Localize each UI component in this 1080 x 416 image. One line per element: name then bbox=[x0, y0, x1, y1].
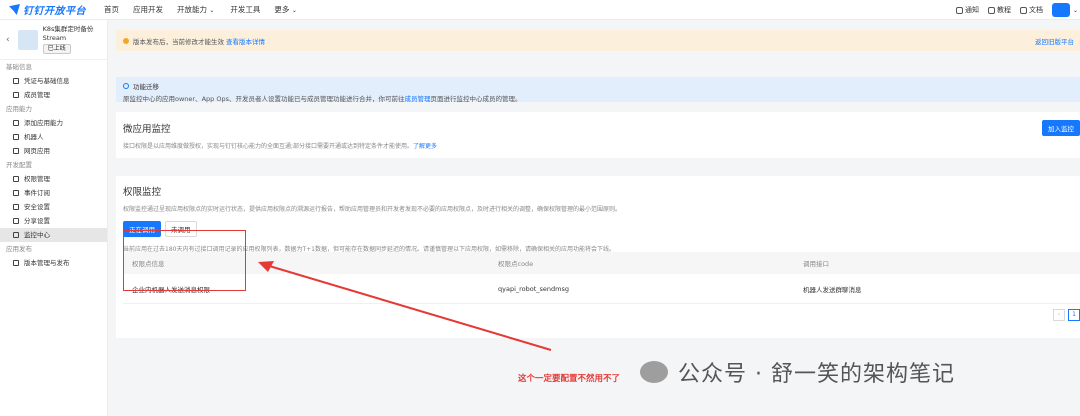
arrow-line bbox=[265, 264, 552, 351]
watermark: 公众号 · 舒一笑的架构笔记 bbox=[640, 356, 955, 388]
wechat-icon bbox=[640, 361, 668, 383]
watermark-text: 公众号 · 舒一笑的架构笔记 bbox=[678, 362, 955, 387]
annotation-text: 这个一定要配置不然用不了 bbox=[518, 374, 621, 384]
annotation-arrow bbox=[258, 261, 552, 351]
